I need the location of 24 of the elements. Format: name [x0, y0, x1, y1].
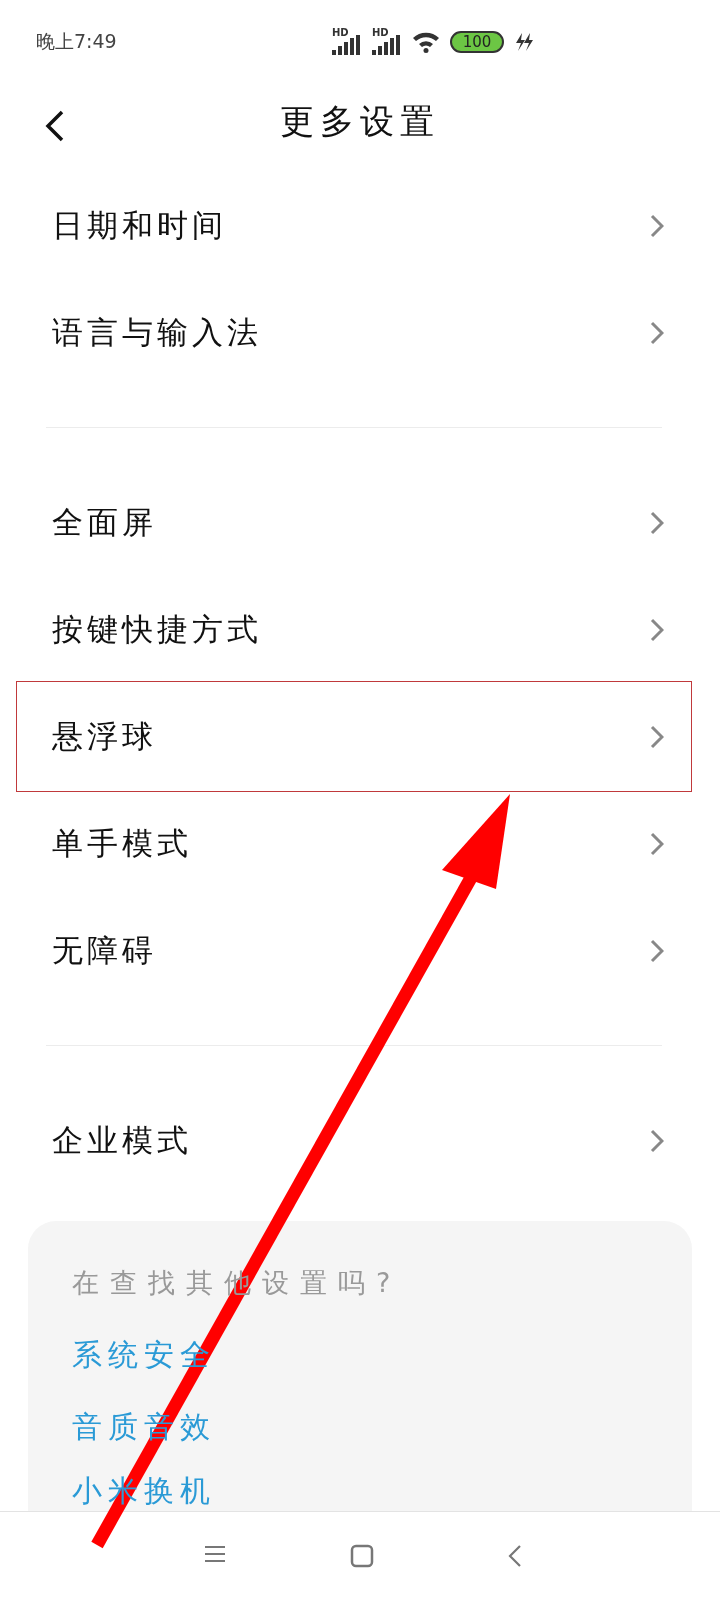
chevron-icon	[650, 320, 664, 345]
chevron-icon	[650, 213, 664, 238]
chevron-icon	[650, 510, 664, 535]
page-title: 更多设置	[280, 100, 440, 143]
settings-item[interactable]: 无障碍	[0, 897, 720, 1004]
settings-item[interactable]: 单手模式	[0, 790, 720, 897]
hd-label: HD	[332, 27, 349, 38]
settings-item[interactable]: 企业模式	[0, 1087, 720, 1194]
settings-item[interactable]: 全面屏	[0, 469, 720, 576]
settings-item[interactable]: 按键快捷方式	[0, 576, 720, 683]
chevron-icon	[650, 938, 664, 963]
settings-item[interactable]: 语言与输入法	[0, 279, 720, 386]
signal-icon	[372, 35, 402, 55]
chevron-icon	[650, 1128, 664, 1153]
wifi-icon	[412, 31, 440, 53]
status-time: 晚上7:49	[36, 29, 117, 54]
chevron-icon	[650, 724, 664, 749]
chevron-icon	[650, 831, 664, 856]
chevron-icon	[650, 617, 664, 642]
settings-item[interactable]: 悬浮球	[0, 683, 720, 790]
signal-icon	[332, 35, 362, 55]
battery-indicator: 100	[450, 31, 504, 53]
hd-label: HD	[372, 27, 389, 38]
settings-item[interactable]: 日期和时间	[0, 172, 720, 279]
